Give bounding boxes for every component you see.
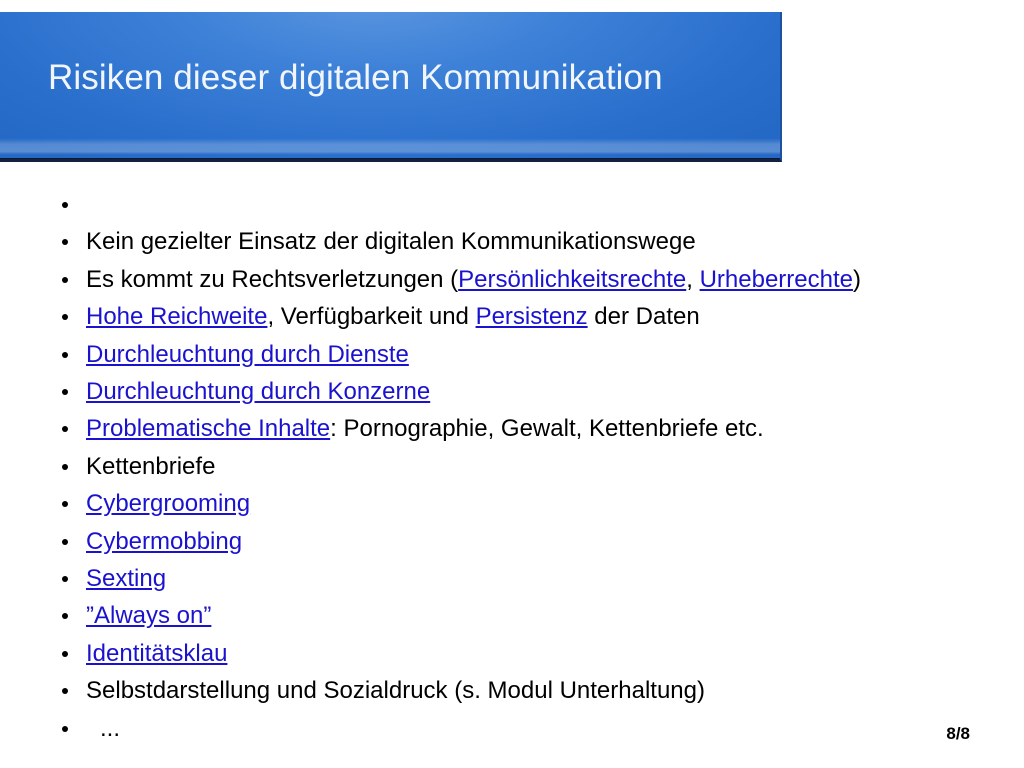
hyperlink[interactable]: Identitätsklau (86, 640, 227, 667)
slide-root: Risiken dieser digitalen Kommunikation K… (0, 0, 1024, 768)
bullet-dot-icon (62, 650, 68, 657)
bullet-problematische-inhalte: Problematische Inhalte: Pornographie, Ge… (48, 410, 988, 447)
plain-text: ) (853, 265, 862, 293)
risk-bullet-list: Kein gezielter Einsatz der digitalen Kom… (48, 186, 988, 747)
bullet-dot-icon (62, 576, 68, 583)
bullet-dot-icon (62, 239, 68, 246)
bullet-cybermobbing: Cybermobbing (48, 523, 988, 560)
hyperlink[interactable]: Durchleuchtung durch Dienste (86, 341, 409, 368)
bullet-dot-icon (62, 426, 68, 433)
plain-text: Kettenbriefe (86, 452, 216, 480)
bullet-dot-icon (62, 688, 68, 695)
bullet-dot-icon (62, 501, 68, 508)
plain-text: Es kommt zu Rechtsverletzungen ( (86, 265, 459, 293)
bullet-durchleuchtung-konzerne: Durchleuchtung durch Konzerne (48, 373, 988, 410)
bullet-text: Cybermobbing (86, 528, 242, 555)
bullet-text: Kein gezielter Einsatz der digitalen Kom… (86, 228, 696, 255)
bullet-text: Cybergrooming (86, 490, 250, 517)
title-banner: Risiken dieser digitalen Kommunikation (0, 12, 782, 162)
bullet-selbstdarstellung: Selbstdarstellung und Sozialdruck (s. Mo… (48, 672, 988, 709)
bullet-dot-icon (62, 613, 68, 620)
plain-text: , Verfügbarkeit und (267, 303, 476, 331)
hyperlink[interactable]: Urheberrechte (700, 266, 853, 293)
hyperlink[interactable]: Persistenz (476, 303, 588, 330)
bullet-durchleuchtung-dienste: Durchleuchtung durch Dienste (48, 336, 988, 373)
bullet-identitaetsklau: Identitätsklau (48, 635, 988, 672)
hyperlink[interactable]: Durchleuchtung durch Konzerne (86, 378, 430, 405)
bullet-dot-icon (62, 276, 68, 283)
bullet-always-on: ”Always on” (48, 597, 988, 634)
plain-text: ... (100, 714, 121, 742)
bullet-dot-icon (62, 463, 68, 470)
bullet-dot-icon (62, 202, 68, 208)
bullet-text: Hohe Reichweite, Verfügbarkeit und Persi… (86, 303, 700, 330)
hyperlink[interactable]: Cybergrooming (86, 490, 250, 517)
plain-text: Kein gezielter Einsatz der digitalen Kom… (86, 228, 696, 256)
hyperlink[interactable]: Cybermobbing (86, 528, 242, 555)
bullet-sexting: Sexting (48, 560, 988, 597)
hyperlink[interactable]: Hohe Reichweite (86, 303, 267, 330)
bullet-empty (48, 186, 988, 223)
bullet-ellipsis: ... (48, 710, 988, 747)
bullet-kein-gezielter-einsatz: Kein gezielter Einsatz der digitalen Kom… (48, 223, 988, 260)
hyperlink[interactable]: Persönlichkeitsrechte (458, 266, 686, 293)
bullet-dot-icon (62, 725, 68, 732)
plain-text: der Daten (587, 303, 700, 331)
bullet-dot-icon (62, 538, 68, 545)
bullet-hohe-reichweite: Hohe Reichweite, Verfügbarkeit und Persi… (48, 298, 988, 335)
bullet-cybergrooming: Cybergrooming (48, 485, 988, 522)
bullet-dot-icon (62, 314, 68, 321)
bullet-text: Selbstdarstellung und Sozialdruck (s. Mo… (86, 677, 705, 704)
bullet-text: ”Always on” (86, 602, 211, 629)
bullet-kettenbriefe: Kettenbriefe (48, 448, 988, 485)
bullet-dot-icon (62, 389, 68, 396)
bullet-text: Durchleuchtung durch Konzerne (86, 378, 430, 405)
bullet-text: Kettenbriefe (86, 453, 215, 480)
bullet-text: Durchleuchtung durch Dienste (86, 341, 409, 368)
plain-text: : Pornographie, Gewalt, Kettenbriefe etc… (330, 415, 764, 443)
bullet-dot-icon (62, 351, 68, 358)
plain-text: Selbstdarstellung und Sozialdruck (s. Mo… (86, 677, 705, 705)
page-title: Risiken dieser digitalen Kommunikation (48, 58, 663, 97)
bullet-text: Problematische Inhalte: Pornographie, Ge… (86, 415, 764, 442)
bullet-text: Identitätsklau (86, 640, 227, 667)
hyperlink[interactable]: Sexting (86, 565, 166, 592)
hyperlink[interactable]: ”Always on” (86, 602, 211, 629)
bullet-rechtsverletzungen: Es kommt zu Rechtsverletzungen (Persönli… (48, 261, 988, 298)
plain-text: , (686, 265, 700, 293)
bullet-text: Es kommt zu Rechtsverletzungen (Persönli… (86, 266, 861, 293)
page-number: 8/8 (946, 724, 970, 743)
hyperlink[interactable]: Problematische Inhalte (86, 415, 330, 442)
bullet-text: ... (86, 715, 120, 742)
bullet-text: Sexting (86, 565, 166, 592)
